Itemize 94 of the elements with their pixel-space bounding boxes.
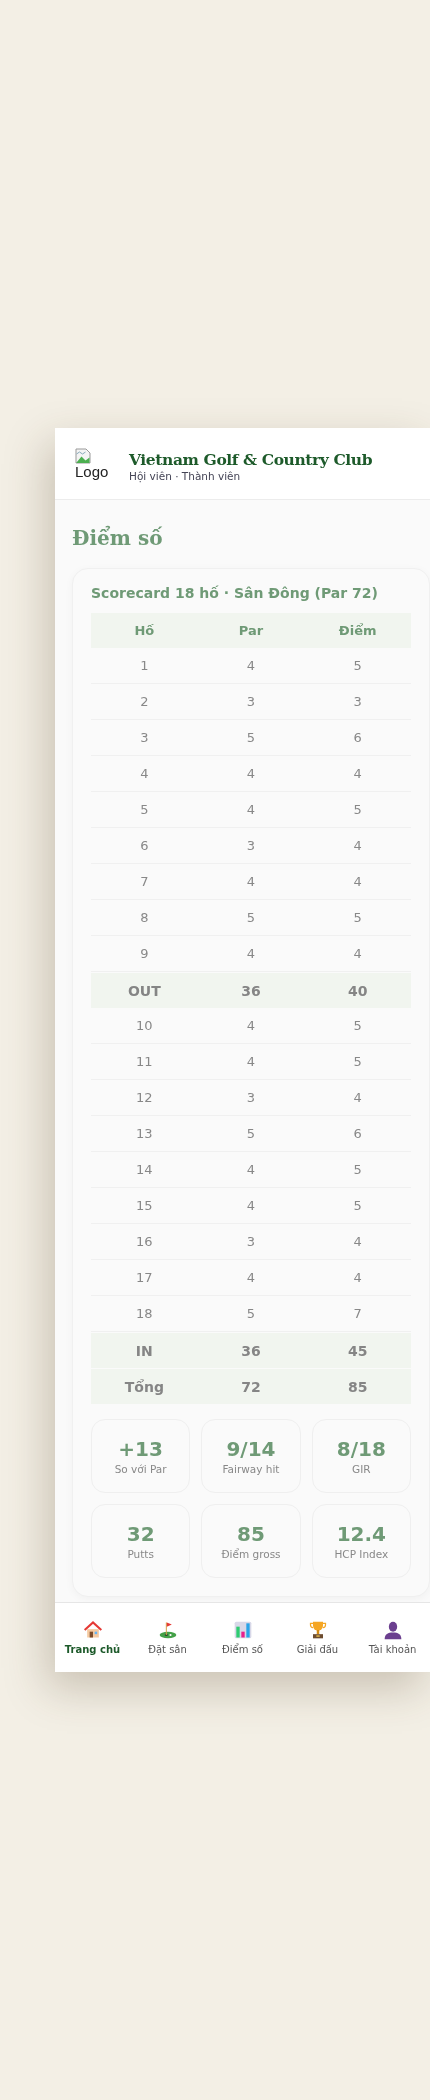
page-title: Điểm số: [72, 526, 164, 550]
table-cell-text: 3: [352, 694, 363, 709]
table-cell-text: 14: [135, 1162, 154, 1177]
table-cell-text: 1: [139, 658, 150, 673]
person-icon: [382, 1620, 403, 1640]
table-cell-text: 17: [135, 1270, 154, 1285]
table-cell-text: 5: [245, 910, 257, 925]
table-cell-text: 2: [139, 694, 150, 709]
table-cell-text: 8: [139, 910, 150, 925]
stat-label: Putts: [127, 1548, 154, 1560]
table-cell-text: 4: [352, 1234, 363, 1249]
table-cell-text: 45: [346, 1342, 369, 1359]
column-header: Par: [237, 623, 265, 638]
stat-value: 9/14: [226, 1437, 276, 1461]
table-cell-text: 5: [245, 1126, 257, 1141]
table-cell-text: 18: [135, 1306, 154, 1321]
table-cell-text: 4: [352, 766, 363, 781]
column-header: Hố: [133, 623, 156, 638]
nav-tab[interactable]: Tài khoản: [355, 1620, 430, 1655]
table-cell-text: 7: [139, 874, 150, 889]
table-cell-text: 7: [352, 1306, 363, 1321]
broken-image-icon: [75, 448, 91, 464]
stat-value: 8/18: [336, 1437, 386, 1461]
table-cell-text: OUT: [126, 982, 162, 999]
table-cell-text: 3: [245, 838, 257, 853]
table-cell-text: 36: [240, 1342, 262, 1359]
table-cell-text: 5: [352, 658, 363, 673]
nav-tab[interactable]: Giải đấu: [280, 1620, 355, 1655]
table-cell-text: 72: [240, 1378, 262, 1395]
table-cell-text: 5: [352, 1198, 363, 1213]
table-cell-text: 5: [352, 1054, 363, 1069]
table-cell-text: IN: [134, 1342, 154, 1359]
nav-tab[interactable]: Điểm số: [205, 1620, 280, 1655]
table-cell-text: 4: [352, 874, 363, 889]
table-cell-text: 4: [245, 1018, 257, 1033]
table-cell-text: 4: [352, 946, 363, 961]
table-cell-text: 3: [245, 1234, 257, 1249]
logo-alt-text: Logo: [75, 464, 109, 479]
scorecard-title: Scorecard 18 hố · Sân Đông (Par 72): [91, 585, 379, 601]
table-cell-text: 4: [245, 1054, 257, 1069]
table-cell-text: 3: [245, 694, 257, 709]
table-cell-text: 4: [245, 874, 257, 889]
stat-value: 85: [237, 1522, 265, 1546]
table-cell-text: 4: [245, 1198, 257, 1213]
table-cell-text: 13: [135, 1126, 154, 1141]
table-cell-text: 4: [245, 1270, 257, 1285]
table-cell-text: 4: [352, 1090, 363, 1105]
table-cell-text: 11: [135, 1054, 154, 1069]
table-cell-text: 5: [352, 802, 363, 817]
stat-label: GIR: [352, 1463, 371, 1475]
table-cell-text: 36: [240, 982, 262, 999]
club-title: Vietnam Golf & Country Club: [129, 449, 373, 469]
table-cell-text: 5: [139, 802, 150, 817]
table-cell-text: 12: [135, 1090, 154, 1105]
table-cell-text: 3: [139, 730, 150, 745]
table-cell-text: 5: [245, 730, 257, 745]
table-cell-text: 6: [139, 838, 150, 853]
bar-chart-icon: [232, 1620, 253, 1640]
table-cell-text: 15: [135, 1198, 154, 1213]
column-header: Điểm: [337, 623, 378, 638]
table-cell-text: 5: [352, 1018, 363, 1033]
golf-flag-icon: [157, 1620, 178, 1640]
stat-label: Fairway hit: [222, 1463, 280, 1475]
table-cell-text: 4: [245, 766, 257, 781]
stat-label: Điểm gross: [221, 1548, 281, 1560]
table-cell-text: 4: [352, 838, 363, 853]
table-cell-text: 5: [245, 1306, 257, 1321]
table-cell-text: 5: [352, 1162, 363, 1177]
table-cell-text: 9: [139, 946, 150, 961]
member-subtitle: Hội viên · Thành viên: [129, 469, 242, 482]
table-cell-text: 4: [245, 802, 257, 817]
table-cell-text: 5: [352, 910, 363, 925]
stat-value: +13: [118, 1437, 163, 1461]
stat-value: 32: [126, 1522, 155, 1546]
nav-tab[interactable]: Đặt sân: [130, 1620, 205, 1655]
trophy-icon: [307, 1620, 328, 1640]
table-cell-text: 4: [139, 766, 150, 781]
table-cell-text: 16: [135, 1234, 154, 1249]
table-cell-text: Tổng: [123, 1378, 165, 1395]
table-cell-text: 3: [245, 1090, 257, 1105]
table-cell-text: 85: [346, 1378, 369, 1395]
table-cell-text: 4: [245, 1162, 257, 1177]
table-cell-text: 40: [346, 982, 369, 999]
nav-tab[interactable]: Trang chủ: [55, 1620, 130, 1655]
table-cell-text: 4: [245, 946, 257, 961]
table-cell-text: 6: [352, 730, 363, 745]
table-cell-text: 4: [245, 658, 257, 673]
stat-label: HCP Index: [334, 1548, 389, 1560]
table-cell-text: 6: [352, 1126, 363, 1141]
stat-value: 12.4: [336, 1522, 386, 1546]
table-cell-text: 10: [135, 1018, 154, 1033]
table-cell-text: 4: [352, 1270, 363, 1285]
house-icon: [82, 1620, 103, 1640]
stat-label: So với Par: [114, 1463, 167, 1475]
